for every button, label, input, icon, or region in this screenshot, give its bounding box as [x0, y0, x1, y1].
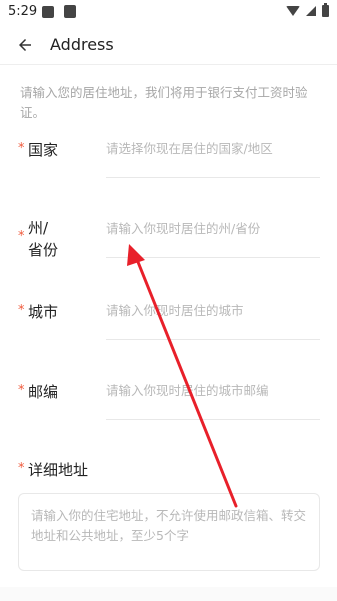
required-mark: *: [18, 461, 25, 476]
detail-address-field: * 详细地址: [18, 459, 320, 483]
sim-icon: [64, 5, 76, 18]
signal-icon: [306, 6, 316, 16]
state-underline: [106, 257, 320, 258]
country-underline: [106, 177, 320, 178]
city-field[interactable]: * 城市 请输入你现时居住的城市: [18, 301, 320, 341]
app-bar: Address: [0, 26, 337, 64]
detail-address-textarea[interactable]: 请输入你的住宅地址，不允许使用邮政信箱、转交地址和公共地址，至少5个字: [18, 493, 320, 571]
required-mark: *: [18, 303, 25, 318]
city-underline: [106, 339, 320, 340]
state-field[interactable]: * 州/ 省份 请输入你现时居住的州/省份: [18, 219, 320, 265]
country-label: 国家: [28, 141, 59, 159]
bottom-divider: [0, 587, 337, 601]
city-label: 城市: [28, 303, 59, 321]
state-input[interactable]: 请输入你现时居住的州/省份: [106, 219, 320, 239]
postcode-input[interactable]: 请输入你现时居住的城市邮编: [106, 381, 320, 401]
required-mark: *: [18, 141, 25, 156]
detail-address-label: 详细地址: [28, 461, 89, 479]
city-input[interactable]: 请输入你现时居住的城市: [106, 301, 320, 321]
required-mark: *: [18, 383, 25, 398]
intro-text: 请输入您的居住地址，我们将用于银行支付工资时验证。: [20, 85, 308, 120]
status-bar: 5:29: [0, 0, 337, 26]
postcode-label: 邮编: [28, 383, 59, 401]
required-mark: *: [18, 229, 25, 244]
status-time: 5:29: [8, 4, 38, 19]
detail-address-placeholder: 请输入你的住宅地址，不允许使用邮政信箱、转交地址和公共地址，至少5个字: [31, 508, 307, 543]
page-title: Address: [50, 35, 114, 54]
country-field[interactable]: * 国家 请选择你现在居住的国家/地区: [18, 139, 320, 179]
notification-icon: [42, 6, 54, 18]
wifi-icon: [286, 6, 300, 16]
postcode-underline: [106, 419, 320, 420]
postcode-field[interactable]: * 邮编 请输入你现时居住的城市邮编: [18, 381, 320, 421]
state-label: 州/ 省份: [28, 219, 59, 259]
back-button[interactable]: [8, 28, 42, 62]
arrow-left-icon: [19, 39, 31, 51]
status-right-icons: [286, 3, 329, 17]
country-select[interactable]: 请选择你现在居住的国家/地区: [106, 139, 320, 159]
battery-icon: [322, 3, 329, 17]
address-form: 请输入您的居住地址，我们将用于银行支付工资时验证。 * 国家 请选择你现在居住的…: [0, 64, 337, 601]
